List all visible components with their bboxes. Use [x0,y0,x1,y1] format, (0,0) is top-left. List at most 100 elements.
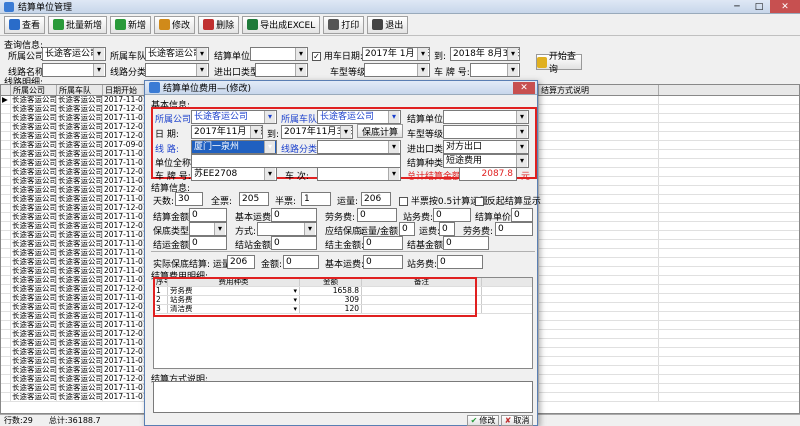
start-query-button[interactable]: 开始查询 [536,52,582,75]
d-company-label: 所属公司: [155,115,195,125]
d-io-select[interactable]: 对方出口 [443,140,529,154]
table-cell: 长途客运公司 [58,258,103,266]
d-unit-full-input[interactable] [191,154,401,168]
col-date-start[interactable]: 日期开始 [103,85,149,95]
edit-button[interactable]: 修改 [154,15,196,34]
d-unit-full-label: 单位全称: [155,159,195,169]
amount-label: 金额: [261,260,283,270]
method-desc-textarea[interactable] [153,381,533,413]
add-button[interactable]: 新增 [110,15,152,34]
delete-button[interactable]: 删除 [198,15,240,34]
view-button[interactable]: 查看 [4,15,46,34]
full-ticket-input[interactable]: 205 [239,192,269,206]
guarantee-calc-button[interactable]: 保底计算 [357,124,403,138]
d-trips-label: 车 次: [285,172,309,182]
settle-base-input[interactable]: 0 [443,236,489,250]
io-select[interactable] [255,63,308,77]
days-input[interactable]: 30 [175,192,203,206]
d-date-from-picker[interactable]: 2017年11月 1日 [191,125,263,139]
minimize-icon[interactable]: ─ [726,0,748,13]
table-cell [539,231,659,239]
settle-amount-input[interactable]: 0 [189,208,227,222]
table-cell [539,114,659,122]
table-cell: 长途客运公司 [58,159,103,167]
table-cell [1,132,11,140]
col-method-desc[interactable]: 结算方式说明 [539,85,659,95]
table-cell [539,258,659,266]
table-cell: 长途客运公司 [58,366,103,374]
col-fleet[interactable]: 所属车队 [57,85,103,95]
confirm-edit-button[interactable]: ✔ 修改 [467,415,499,426]
vol-amount-input[interactable]: 0 [399,222,415,236]
table-cell: 长途客运公司 [58,240,103,248]
unit-select[interactable] [250,47,308,61]
route-select[interactable] [42,63,106,77]
export-excel-button[interactable]: 导出成EXCEL [242,15,321,34]
d-route-type-select[interactable] [317,140,401,154]
d-total-label: 总计结算金额: [407,172,465,182]
table-cell [1,222,11,230]
table-cell: 长途客运公司 [58,384,103,392]
table-cell: 2017-12-01 [104,348,149,356]
volume-input[interactable]: 206 [361,192,391,206]
d-grade-select[interactable] [443,125,529,139]
d-plate-select[interactable]: 苏EE2708 [191,167,277,181]
settle-station-input[interactable]: 0 [271,236,317,250]
table-cell: 2017-12-01 [104,375,149,383]
d-trips-select[interactable] [317,167,401,181]
dialog-close-icon[interactable]: ✕ [513,82,535,94]
d-company-select[interactable]: 长途客运公司 [191,110,277,124]
table-cell [539,276,659,284]
d-unit-select[interactable] [443,110,529,124]
amount-input[interactable]: 0 [283,255,319,269]
print-button[interactable]: 打印 [323,15,365,34]
station-input[interactable]: 0 [433,208,471,222]
fleet-select[interactable]: 长途客运公司 [145,47,209,61]
plate-select[interactable] [470,63,520,77]
fare-input[interactable]: 0 [439,222,455,236]
reverse-checkbox[interactable] [475,197,484,206]
half-calc-checkbox[interactable] [399,197,408,206]
maximize-icon[interactable]: □ [748,0,770,13]
batch-add-button[interactable]: 批量新增 [48,15,108,34]
window-title: 结算单位管理 [18,3,73,13]
close-icon[interactable]: ✕ [770,0,800,13]
settle-main-input[interactable]: 0 [363,236,403,250]
settle-fare-input[interactable]: 0 [189,236,227,250]
grade-select[interactable] [364,63,430,77]
date-from-picker[interactable]: 2017年 1月 1日 [362,47,430,61]
base-fare-input[interactable]: 0 [271,208,317,222]
half-ticket-input[interactable]: 1 [301,192,331,206]
table-cell: 2017-11-01 [104,366,149,374]
d-route-select[interactable]: 厦门一泉州 [191,140,277,154]
use-date-checkbox[interactable]: ✓ [312,52,321,61]
table-cell [1,114,11,122]
table-cell: 2017-11-01 [104,276,149,284]
table-cell: 长途客运公司 [12,186,57,194]
table-cell: 2017-11-01 [104,177,149,185]
table-cell [1,150,11,158]
table-cell: 2017-11-01 [104,231,149,239]
table-cell [1,240,11,248]
date-to-picker[interactable]: 2018年 8月31日 [450,47,520,61]
table-cell: 长途客运公司 [12,267,57,275]
labor2-input[interactable]: 0 [495,222,533,236]
d-fee-type-select[interactable]: 短途费用 [443,154,529,168]
table-cell [539,132,659,140]
exit-button[interactable]: 退出 [367,15,409,34]
cancel-button[interactable]: ✘ 取消 [501,415,533,426]
company-select[interactable]: 长途客运公司 [42,47,106,61]
table-cell: 2017-12-01 [104,285,149,293]
base2-input[interactable]: 0 [363,255,403,269]
table-cell [539,186,659,194]
actual-volume-input[interactable]: 206 [227,255,255,269]
labor-input[interactable]: 0 [357,208,397,222]
guarantee-type-select[interactable] [189,222,227,236]
route-type-select[interactable] [145,63,209,77]
unit-price-input[interactable]: 0 [511,208,533,222]
d-date-to-picker[interactable]: 2017年11月30日 [281,125,353,139]
col-company[interactable]: 所属公司 [11,85,57,95]
method-select[interactable] [257,222,317,236]
d-fleet-select[interactable]: 长途客运公司 [317,110,401,124]
station2-input[interactable]: 0 [437,255,483,269]
